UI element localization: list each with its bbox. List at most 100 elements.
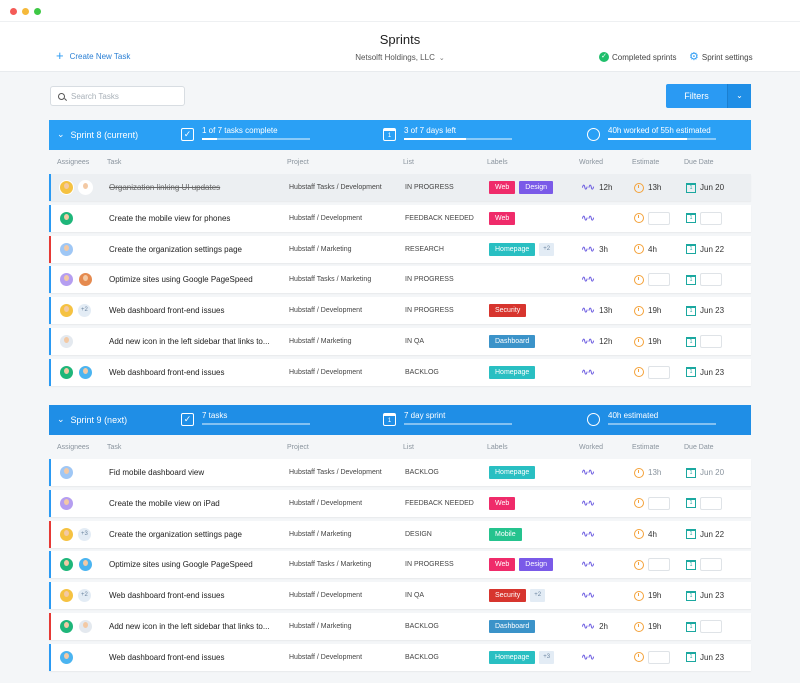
estimate-input[interactable] [648,496,670,510]
task-name[interactable]: Create the organization settings page [109,245,242,254]
more-assignees-badge[interactable]: +3 [78,527,91,541]
task-row[interactable]: Create the mobile view on iPad Hubstaff /… [49,489,751,517]
estimate-input[interactable] [648,558,670,572]
task-name[interactable]: Create the mobile view for phones [109,214,230,223]
estimate-input[interactable] [648,273,670,287]
estimate-hours[interactable]: 13h [648,183,661,192]
task-cell[interactable]: Organization linking UI updates [109,174,279,201]
estimate-hours[interactable]: 19h [648,306,661,315]
task-cell[interactable]: Web dashboard front-end issues [109,297,279,324]
estimate-hours[interactable]: 19h [648,337,661,346]
task-label[interactable]: Design [519,558,554,572]
due-date[interactable]: Jun 23 [700,368,724,377]
due-date[interactable]: Jun 23 [700,591,724,600]
due-date[interactable]: Jun 23 [700,653,724,662]
task-row[interactable]: Add new icon in the left sidebar that li… [49,613,751,640]
sprint-settings-link[interactable]: ⚙ Sprint settings [689,52,753,63]
due-date-input[interactable] [700,620,722,633]
avatar[interactable] [59,526,74,542]
due-date[interactable]: Jun 20 [700,468,724,477]
avatar[interactable] [78,272,93,288]
task-label[interactable]: Mobile [489,527,522,541]
column-header-due[interactable]: Due Date [684,159,714,166]
task-cell[interactable]: Web dashboard front-end issues [109,582,279,609]
due-date-input[interactable] [700,558,722,572]
due-date-input[interactable] [700,335,722,348]
avatar[interactable] [59,557,74,573]
estimate-input[interactable] [648,365,670,379]
avatar[interactable] [59,619,74,634]
task-name[interactable]: Add new icon in the left sidebar that li… [109,622,270,631]
task-row[interactable]: Web dashboard front-end issues Hubstaff /… [49,643,751,671]
avatar[interactable] [78,364,93,380]
column-header-labels[interactable]: Labels [487,444,508,451]
task-cell[interactable]: Create the organization settings page [109,521,279,548]
avatar[interactable] [78,557,93,573]
task-label[interactable]: Web [489,181,516,194]
column-header-estimate[interactable]: Estimate [632,159,659,166]
filters-button[interactable]: Filters ⌄ [666,84,751,108]
task-cell[interactable]: Add new icon in the left sidebar that li… [109,613,279,640]
avatar[interactable] [59,272,74,288]
avatar[interactable] [78,619,93,634]
due-date[interactable]: Jun 22 [700,245,724,254]
filters-dropdown-toggle[interactable]: ⌄ [728,84,751,108]
organization-selector[interactable]: Netsolft Holdings, LLC ⌄ [0,53,800,62]
task-label[interactable]: Web [489,558,516,572]
estimate-input[interactable] [648,211,670,225]
column-header-project[interactable]: Project [287,159,309,166]
task-cell[interactable]: Web dashboard front-end issues [109,359,279,386]
avatar[interactable] [59,303,74,319]
sprint-header[interactable]: ⌄ Sprint 9 (next) ✓ 7 tasks 1 7 day sprint 40h… [49,405,751,435]
due-date[interactable]: Jun 23 [700,306,724,315]
task-row[interactable]: Add new icon in the left sidebar that li… [49,328,751,355]
due-date-input[interactable] [700,273,722,287]
avatar[interactable] [59,241,74,257]
avatar[interactable] [59,364,74,380]
avatar[interactable] [59,210,74,226]
task-label[interactable]: Web [489,211,516,225]
task-name[interactable]: Create the mobile view on iPad [109,499,220,508]
close-window-dot[interactable] [10,8,17,15]
task-name[interactable]: Create the organization settings page [109,530,242,539]
avatar[interactable] [59,495,74,511]
task-name[interactable]: Web dashboard front-end issues [109,591,224,600]
avatar[interactable] [59,465,74,480]
more-labels-badge[interactable]: +2 [539,242,555,256]
task-row[interactable]: +3 Create the organization settings page H… [49,520,751,548]
due-date[interactable]: Jun 20 [700,183,724,192]
task-name[interactable]: Optimize sites using Google PageSpeed [109,275,253,284]
task-row[interactable]: Optimize sites using Google PageSpeed Hub… [49,551,751,579]
more-assignees-badge[interactable]: +2 [78,589,91,603]
task-label[interactable]: Homepage [489,466,536,479]
task-cell[interactable]: Web dashboard front-end issues [109,644,279,671]
column-header-assignees[interactable]: Assignees [57,159,89,166]
estimate-hours[interactable]: 4h [648,530,657,539]
avatar[interactable] [59,588,74,604]
column-header-list[interactable]: List [403,159,414,166]
task-cell[interactable]: Optimize sites using Google PageSpeed [109,266,279,293]
task-label[interactable]: Dashboard [489,335,536,348]
task-label[interactable]: Dashboard [489,620,536,633]
task-row[interactable]: Organization linking UI updates Hubstaff … [49,174,751,201]
task-label[interactable]: Homepage [489,242,536,256]
estimate-hours[interactable]: 19h [648,591,661,600]
column-header-task[interactable]: Task [107,444,121,451]
column-header-assignees[interactable]: Assignees [57,444,89,451]
task-cell[interactable]: Fid mobile dashboard view [109,459,279,486]
task-row[interactable]: Fid mobile dashboard view Hubstaff Tasks … [49,459,751,486]
zoom-window-dot[interactable] [34,8,41,15]
due-date-input[interactable] [700,496,722,510]
task-name[interactable]: Organization linking UI updates [109,183,220,192]
task-label[interactable]: Design [519,181,554,194]
avatar[interactable] [78,180,93,195]
column-header-estimate[interactable]: Estimate [632,444,659,451]
due-date-input[interactable] [700,211,722,225]
task-name[interactable]: Web dashboard front-end issues [109,653,224,662]
sprint-header[interactable]: ⌄ Sprint 8 (current) ✓ 1 of 7 tasks complet… [49,120,751,150]
column-header-worked[interactable]: Worked [579,444,603,451]
task-cell[interactable]: Optimize sites using Google PageSpeed [109,551,279,578]
task-name[interactable]: Add new icon in the left sidebar that li… [109,337,270,346]
task-cell[interactable]: Add new icon in the left sidebar that li… [109,328,279,355]
more-assignees-badge[interactable]: +2 [78,304,91,318]
